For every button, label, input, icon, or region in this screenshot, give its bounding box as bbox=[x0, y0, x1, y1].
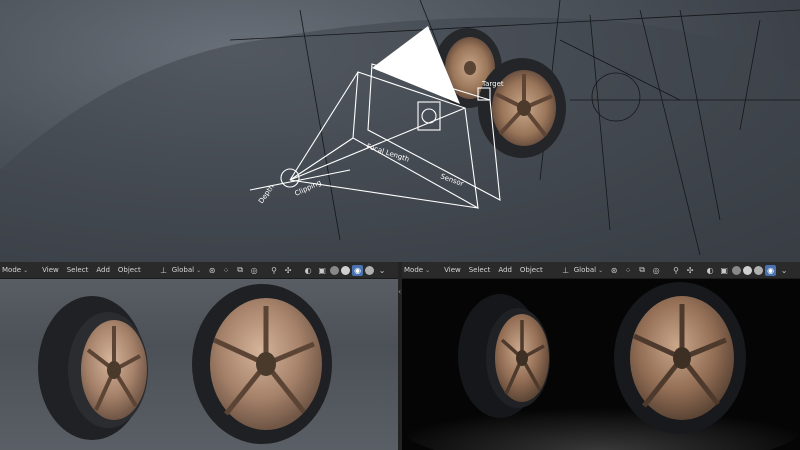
menu-add[interactable]: Add bbox=[92, 262, 114, 278]
pivot-icon[interactable]: ⊛ bbox=[206, 264, 218, 276]
proportional-edit-icon[interactable]: ◎ bbox=[248, 264, 260, 276]
chevron-down-icon: ⌄ bbox=[425, 267, 431, 274]
viewport-right[interactable]: Mode ⌄ View Select Add Object ⊥ Global ⌄ ⊛… bbox=[402, 262, 800, 450]
mode-dropdown[interactable]: Mode ⌄ bbox=[0, 262, 32, 278]
shading-material-icon[interactable]: ◉ bbox=[352, 264, 364, 276]
shading-material-icon[interactable] bbox=[754, 265, 764, 275]
tire-left-1[interactable] bbox=[38, 296, 148, 440]
transform-orientation-dropdown[interactable]: Global ⌄ bbox=[573, 262, 607, 278]
proportional-edit-icon[interactable]: ◎ bbox=[650, 264, 662, 276]
menu-select[interactable]: Select bbox=[63, 262, 93, 278]
mode-dropdown[interactable]: Mode ⌄ bbox=[402, 262, 434, 278]
shading-rendered-icon[interactable]: ◉ bbox=[765, 264, 777, 276]
shading-wireframe-icon[interactable] bbox=[732, 265, 742, 275]
tire-left-2[interactable] bbox=[192, 284, 332, 444]
menu-object[interactable]: Object bbox=[516, 262, 547, 278]
snap-grid-icon[interactable]: ⁘ bbox=[622, 264, 634, 276]
chevron-down-icon: ⌄ bbox=[598, 267, 604, 274]
visibility-icon[interactable]: ⚲ bbox=[268, 264, 280, 276]
transform-orientation-dropdown[interactable]: Global ⌄ bbox=[171, 262, 205, 278]
shading-solid-icon[interactable] bbox=[341, 265, 351, 275]
menu-view[interactable]: View bbox=[440, 262, 465, 278]
viewport-left[interactable]: Mode ⌄ View Select Add Object ⊥ Global ⌄ ⊛… bbox=[0, 262, 398, 450]
shading-solid-icon[interactable] bbox=[743, 265, 753, 275]
viewport-header-left: Mode ⌄ View Select Add Object ⊥ Global ⌄ ⊛… bbox=[0, 262, 398, 279]
menu-object[interactable]: Object bbox=[114, 262, 145, 278]
shading-wireframe-icon[interactable] bbox=[330, 265, 340, 275]
shading-rendered-icon[interactable] bbox=[365, 265, 375, 275]
menu-view[interactable]: View bbox=[38, 262, 63, 278]
shading-options-icon[interactable]: ⌄ bbox=[778, 264, 790, 276]
shading-options-icon[interactable]: ⌄ bbox=[376, 264, 388, 276]
label-target: Target bbox=[481, 80, 504, 88]
snap-grid-icon[interactable]: ⁘ bbox=[220, 264, 232, 276]
snap-icon[interactable]: ⧉ bbox=[234, 264, 246, 276]
xray-icon[interactable]: ▣ bbox=[316, 264, 328, 276]
viewport-camera-view[interactable]: Focal Length Target Sensor Clipping Dept… bbox=[0, 0, 800, 262]
xray-icon[interactable]: ▣ bbox=[718, 264, 730, 276]
menu-add[interactable]: Add bbox=[494, 262, 516, 278]
pivot-icon[interactable]: ⊛ bbox=[608, 264, 620, 276]
floor-light bbox=[402, 388, 800, 450]
snap-icon[interactable]: ⧉ bbox=[636, 264, 648, 276]
chevron-down-icon: ⌄ bbox=[23, 267, 29, 274]
visibility-icon[interactable]: ⚲ bbox=[670, 264, 682, 276]
viewport-header-right: Mode ⌄ View Select Add Object ⊥ Global ⌄ ⊛… bbox=[402, 262, 800, 279]
transform-orientation-icon: ⊥ bbox=[562, 265, 570, 275]
overlay-icon[interactable]: ◐ bbox=[704, 264, 716, 276]
overlay-icon[interactable]: ◐ bbox=[302, 264, 314, 276]
transform-orientation-icon: ⊥ bbox=[160, 265, 168, 275]
gizmo-icon[interactable]: ✣ bbox=[684, 264, 696, 276]
gizmo-icon[interactable]: ✣ bbox=[282, 264, 294, 276]
menu-select[interactable]: Select bbox=[465, 262, 495, 278]
chevron-down-icon: ⌄ bbox=[196, 267, 202, 274]
tire-right-2[interactable] bbox=[614, 282, 746, 434]
